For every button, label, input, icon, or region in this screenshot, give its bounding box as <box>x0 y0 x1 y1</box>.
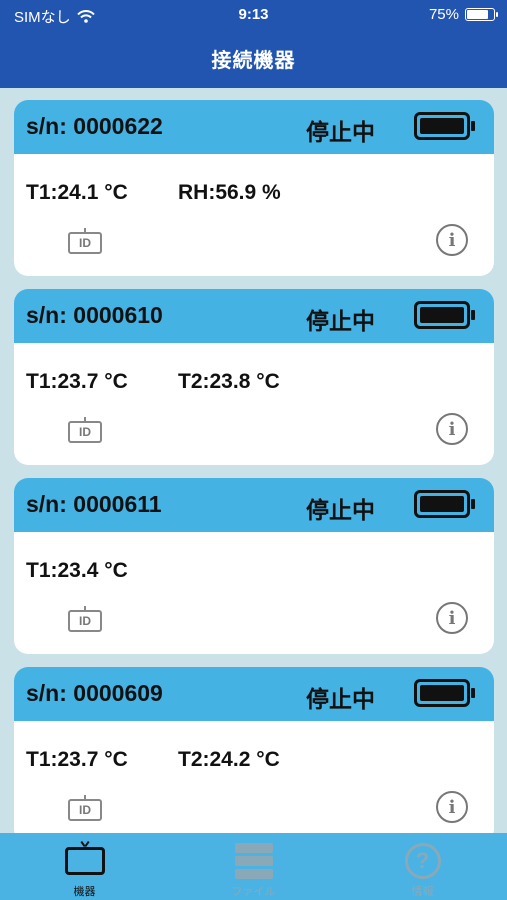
info-icon[interactable]: i <box>436 413 468 445</box>
status-battery-group: 75% <box>428 6 498 23</box>
page-title: 接続機器 <box>211 50 296 72</box>
info-icon[interactable]: i <box>436 224 468 256</box>
device-card[interactable]: s/n: 0000611 停止中 T1:23.4 °C ID i <box>14 478 494 654</box>
device-state: 停止中 <box>306 119 375 145</box>
tab-files-label: ファイル <box>231 886 276 898</box>
reading-t1: T1:23.7 °C <box>26 370 128 393</box>
id-icon[interactable]: ID <box>68 417 102 443</box>
tab-info-icon-wrap: ? <box>338 843 507 879</box>
battery-percent: 75% <box>428 6 459 23</box>
reading-t1: T1:23.7 °C <box>26 748 128 771</box>
info-icon[interactable]: i <box>436 602 468 634</box>
tab-bar: 機器 ファイル ? 情報 <box>0 833 507 900</box>
device-icon <box>64 847 105 875</box>
device-card[interactable]: s/n: 0000609 停止中 T1:23.7 °C T2:24.2 °C I… <box>14 667 494 833</box>
id-icon[interactable]: ID <box>68 606 102 632</box>
battery-status-icon <box>465 8 498 21</box>
tab-files-icon-wrap <box>169 843 338 879</box>
info-icon[interactable]: i <box>436 791 468 823</box>
device-card-header: s/n: 0000609 停止中 <box>14 667 494 721</box>
tab-info[interactable]: ? 情報 <box>338 833 507 900</box>
device-card[interactable]: s/n: 0000610 停止中 T1:23.7 °C T2:23.8 °C I… <box>14 289 494 465</box>
reading-t1: T1:24.1 °C <box>26 181 128 204</box>
reading-secondary: T2:24.2 °C <box>178 748 280 771</box>
device-state: 停止中 <box>306 497 375 523</box>
serial-number: s/n: 0000611 <box>26 491 162 517</box>
battery-full-icon <box>414 301 475 329</box>
tab-devices[interactable]: 機器 <box>0 833 169 900</box>
device-card-header: s/n: 0000622 停止中 <box>14 100 494 154</box>
reading-secondary: T2:23.8 °C <box>178 370 280 393</box>
app-header: SIMなし 9:13 75% 接続機器 <box>0 0 507 88</box>
tab-devices-icon-wrap <box>0 843 169 879</box>
battery-full-icon <box>414 490 475 518</box>
tab-info-label: 情報 <box>411 886 434 898</box>
status-bar: SIMなし 9:13 75% <box>0 0 507 30</box>
file-icon <box>234 843 273 879</box>
serial-number: s/n: 0000610 <box>26 302 163 328</box>
device-card[interactable]: s/n: 0000622 停止中 T1:24.1 °C RH:56.9 % ID… <box>14 100 494 276</box>
help-icon: ? <box>404 843 441 879</box>
device-state: 停止中 <box>306 308 375 334</box>
serial-number: s/n: 0000622 <box>26 113 163 139</box>
device-list[interactable]: s/n: 0000622 停止中 T1:24.1 °C RH:56.9 % ID… <box>0 88 507 833</box>
id-icon[interactable]: ID <box>68 795 102 821</box>
id-icon[interactable]: ID <box>68 228 102 254</box>
device-state: 停止中 <box>306 686 375 712</box>
device-card-header: s/n: 0000610 停止中 <box>14 289 494 343</box>
serial-number: s/n: 0000609 <box>26 680 163 706</box>
tab-devices-label: 機器 <box>73 886 96 898</box>
device-card-header: s/n: 0000611 停止中 <box>14 478 494 532</box>
battery-full-icon <box>414 679 475 707</box>
battery-full-icon <box>414 112 475 140</box>
reading-t1: T1:23.4 °C <box>26 559 128 582</box>
tab-files[interactable]: ファイル <box>169 833 338 900</box>
reading-secondary: RH:56.9 % <box>178 181 281 204</box>
